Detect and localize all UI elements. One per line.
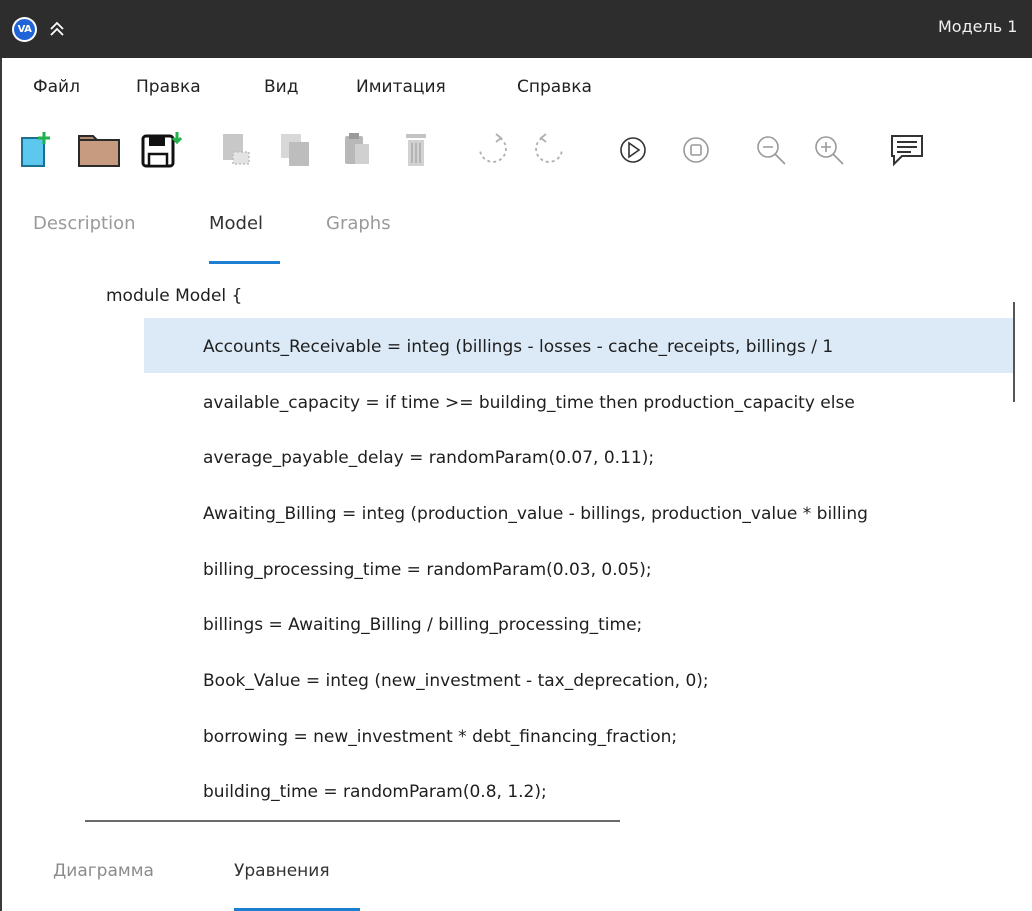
tab-graphs[interactable]: Graphs: [326, 213, 391, 234]
window-title: Модель 1: [938, 17, 1018, 36]
undo-icon[interactable]: [470, 128, 514, 172]
copy-icon[interactable]: [215, 128, 259, 172]
collapse-ribbon-icon[interactable]: [46, 18, 68, 40]
active-tab-indicator: [209, 261, 280, 264]
vertical-scrollbar[interactable]: [1013, 302, 1015, 402]
code-line[interactable]: building_time = randomParam(0.8, 1.2);: [203, 782, 547, 802]
open-folder-icon[interactable]: [77, 128, 121, 172]
code-line[interactable]: Book_Value = integ (new_investment - tax…: [203, 671, 709, 691]
tab-model[interactable]: Model: [209, 213, 263, 234]
horizontal-scrollbar[interactable]: [85, 820, 620, 822]
stop-icon[interactable]: [674, 128, 718, 172]
redo-icon[interactable]: [528, 128, 572, 172]
title-bar: VA Модель 1: [0, 0, 1032, 58]
app-logo-text: VA: [14, 19, 35, 40]
comment-icon[interactable]: [884, 128, 928, 172]
tab-description[interactable]: Description: [33, 213, 136, 234]
menu-simulation[interactable]: Имитация: [356, 77, 446, 97]
menu-edit[interactable]: Правка: [136, 77, 201, 97]
menu-file[interactable]: Файл: [33, 77, 80, 97]
code-line[interactable]: available_capacity = if time >= building…: [203, 393, 855, 413]
code-line[interactable]: average_payable_delay = randomParam(0.07…: [203, 448, 654, 468]
code-line[interactable]: billings = Awaiting_Billing / billing_pr…: [203, 615, 642, 635]
menu-help[interactable]: Справка: [517, 77, 592, 97]
delete-icon[interactable]: [396, 128, 440, 172]
code-line[interactable]: Awaiting_Billing = integ (production_val…: [203, 504, 868, 524]
paste-icon[interactable]: [335, 128, 379, 172]
new-file-icon[interactable]: [14, 128, 58, 172]
app-logo[interactable]: VA: [12, 17, 37, 42]
code-editor[interactable]: module Model { Accounts_Receivable = int…: [0, 270, 1016, 810]
save-icon[interactable]: [139, 128, 183, 172]
tab-equations[interactable]: Уравнения: [234, 861, 330, 881]
code-line[interactable]: borrowing = new_investment * debt_financ…: [203, 727, 677, 747]
zoom-in-icon[interactable]: [807, 128, 851, 172]
play-icon[interactable]: [611, 128, 655, 172]
code-line[interactable]: billing_processing_time = randomParam(0.…: [203, 560, 652, 580]
menu-view[interactable]: Вид: [264, 77, 298, 97]
tab-diagram[interactable]: Диаграмма: [53, 861, 154, 881]
code-module-header: module Model {: [106, 286, 243, 306]
duplicate-icon[interactable]: [275, 128, 319, 172]
zoom-out-icon[interactable]: [749, 128, 793, 172]
code-line[interactable]: Accounts_Receivable = integ (billings - …: [203, 337, 833, 357]
